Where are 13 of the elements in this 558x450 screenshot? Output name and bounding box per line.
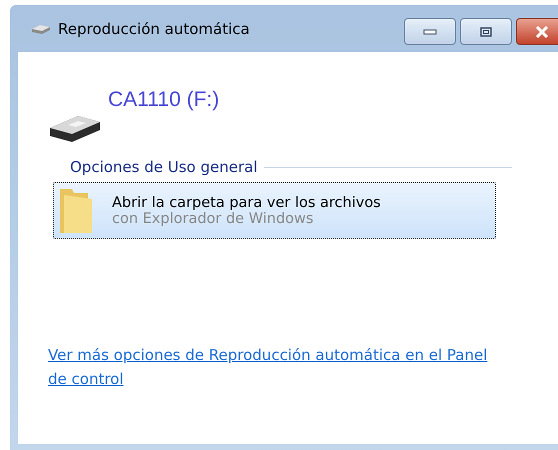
maximize-button[interactable] bbox=[460, 18, 512, 45]
window-title: Reproducción automática bbox=[58, 20, 250, 38]
open-folder-option[interactable]: Abrir la carpeta para ver los archivos con Explorador de Windows bbox=[53, 182, 496, 239]
device-name: CA1110 (F:) bbox=[108, 88, 220, 112]
close-icon bbox=[535, 26, 549, 38]
minimize-button[interactable] bbox=[404, 18, 456, 45]
section-title: Opciones de Uso general bbox=[70, 158, 258, 176]
control-panel-link[interactable]: Ver más opciones de Reproducción automática en el Panel de control bbox=[48, 343, 488, 391]
maximize-icon bbox=[480, 26, 492, 36]
folder-icon bbox=[58, 186, 94, 234]
drive-icon bbox=[30, 22, 52, 34]
close-button[interactable] bbox=[516, 18, 558, 45]
minimize-icon bbox=[423, 28, 437, 34]
